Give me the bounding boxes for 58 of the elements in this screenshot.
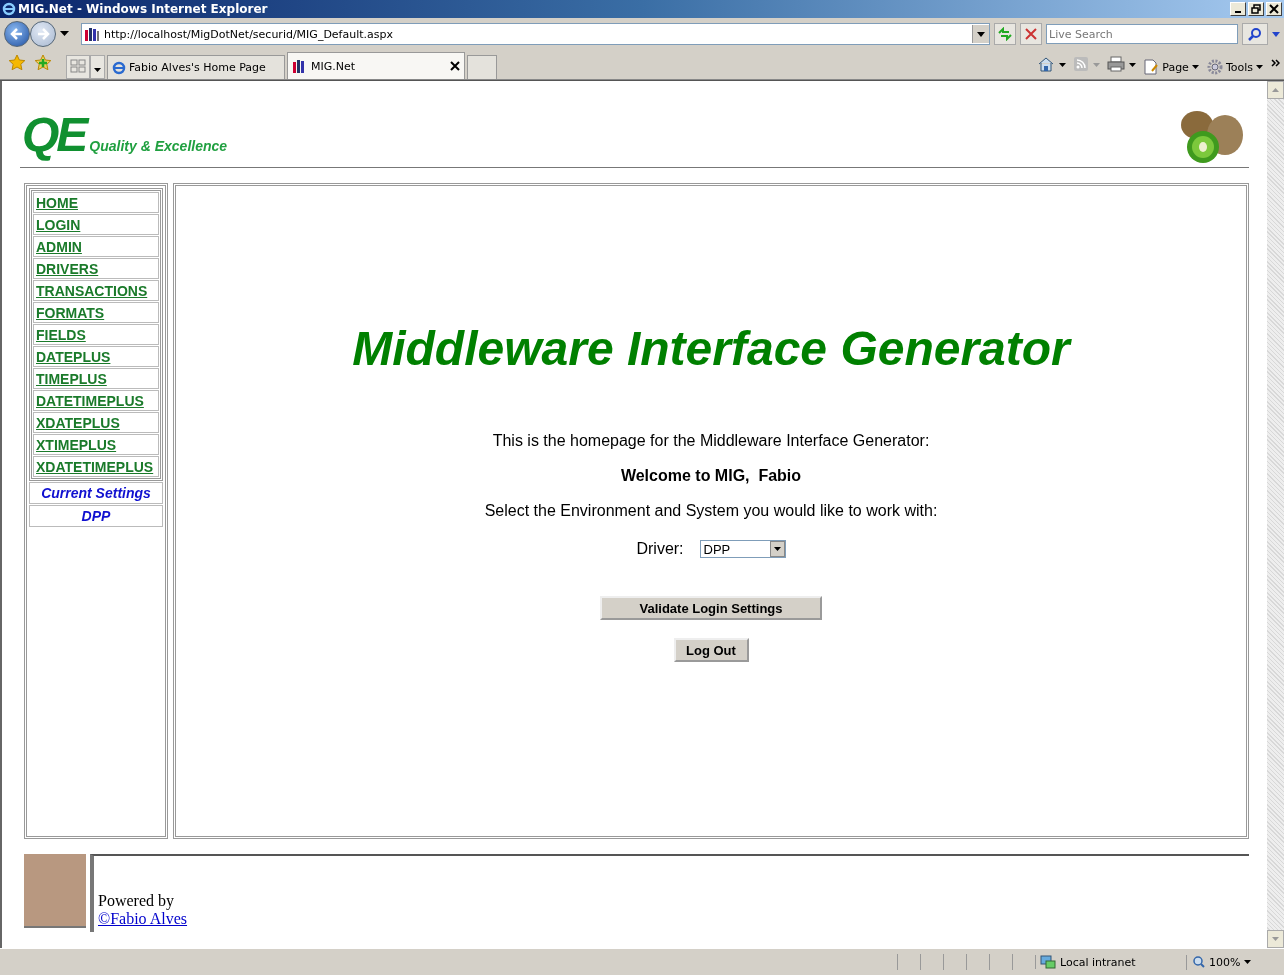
zoom-button[interactable]: 100% bbox=[1186, 954, 1274, 970]
security-zone-text: Local intranet bbox=[1060, 955, 1136, 969]
stop-button[interactable] bbox=[1020, 23, 1042, 45]
command-menu[interactable]: Tools bbox=[1202, 59, 1267, 75]
prompt-text: Select the Environment and System you would like to work with: bbox=[484, 502, 938, 520]
close-tab-icon[interactable] bbox=[450, 61, 460, 71]
minimize-button[interactable] bbox=[1230, 2, 1246, 16]
browser-tab[interactable]: MIG.Net bbox=[287, 52, 465, 79]
network-icon bbox=[1040, 955, 1056, 969]
browser-tab[interactable]: Fabio Alves's Home Page bbox=[107, 55, 285, 79]
grid-icon bbox=[70, 58, 86, 73]
address-bar[interactable]: http://localhost/MigDotNet/securid/MIG_Default.aspx bbox=[81, 23, 990, 45]
search-button[interactable] bbox=[1242, 23, 1268, 45]
intro-text: This is the homepage for the Middleware Interface Generator: bbox=[492, 432, 930, 450]
current-driver-value: DPP bbox=[81, 508, 111, 524]
dropdown-arrow-icon[interactable] bbox=[60, 31, 69, 37]
magnifier-icon bbox=[1193, 956, 1205, 968]
powered-by-text: Powered by bbox=[98, 892, 175, 910]
forward-button[interactable] bbox=[30, 21, 56, 47]
stop-x-icon bbox=[1025, 28, 1037, 40]
caret-icon bbox=[773, 547, 781, 551]
address-dropdown-button[interactable] bbox=[972, 25, 989, 43]
close-icon bbox=[1269, 4, 1279, 14]
current-settings-title: Current Settings bbox=[41, 485, 151, 501]
logo-tagline: Quality & Excellence bbox=[89, 138, 228, 154]
form-button[interactable]: Log Out bbox=[673, 638, 749, 662]
page-heading: Middleware Interface Generator bbox=[352, 321, 1070, 376]
books-icon bbox=[84, 27, 100, 41]
back-button[interactable] bbox=[4, 21, 30, 47]
search-field[interactable]: Live Search bbox=[1046, 24, 1238, 44]
printer-icon[interactable] bbox=[1107, 56, 1126, 72]
restore-icon bbox=[1251, 4, 1261, 14]
dropdown-arrow-icon[interactable] bbox=[1129, 63, 1137, 67]
logo-text: QE bbox=[22, 111, 86, 159]
caret-icon bbox=[977, 31, 985, 37]
chevron-icon[interactable] bbox=[1271, 59, 1280, 67]
home-icon[interactable] bbox=[1037, 56, 1056, 72]
restore-button[interactable] bbox=[1248, 2, 1264, 16]
driver-select[interactable]: DPP bbox=[699, 540, 786, 558]
gear-icon bbox=[1206, 59, 1223, 75]
caret-icon bbox=[1244, 960, 1252, 964]
welcome-text: Welcome to MIG, Fabio bbox=[620, 467, 802, 485]
refresh-arrows-icon bbox=[997, 27, 1013, 41]
tab-list-button[interactable] bbox=[90, 55, 105, 79]
command-menu[interactable]: Page bbox=[1139, 59, 1203, 75]
author-link[interactable]: ©Fabio Alves bbox=[98, 910, 1249, 928]
caret-icon bbox=[1256, 65, 1263, 69]
minimize-icon bbox=[1235, 11, 1241, 13]
close-button[interactable] bbox=[1266, 2, 1282, 16]
form-button[interactable]: Validate Login Settings bbox=[600, 596, 822, 620]
caret-icon bbox=[94, 67, 101, 72]
browser-logo-icon bbox=[2, 2, 16, 16]
dropdown-arrow-icon[interactable] bbox=[1059, 63, 1067, 67]
caret-icon bbox=[1191, 65, 1199, 69]
driver-label: Driver: bbox=[636, 540, 684, 558]
window-title: MIG.Net - Windows Internet Explorer bbox=[18, 2, 269, 16]
favorites-star-icon[interactable] bbox=[8, 54, 26, 72]
search-icon bbox=[1248, 27, 1262, 41]
